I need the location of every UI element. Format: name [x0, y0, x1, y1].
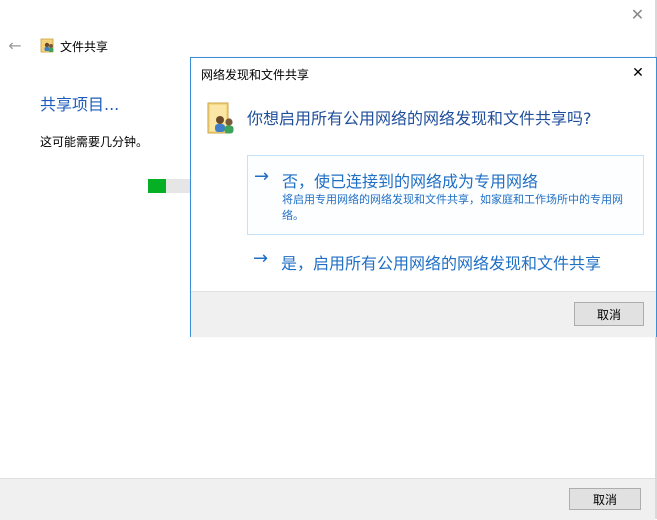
progress-bar	[148, 179, 192, 193]
option-label: 是，启用所有公用网络的网络发现和文件共享	[281, 254, 602, 273]
users-folder-icon	[207, 102, 234, 134]
dialog-close-button[interactable]: ✕	[626, 62, 650, 84]
nav-bar: ← 文件共享	[0, 30, 400, 60]
users-folder-icon	[40, 38, 54, 53]
wizard-footer: 取消	[0, 478, 655, 520]
back-button[interactable]: ←	[4, 34, 26, 56]
dialog-footer: 取消	[191, 291, 656, 337]
network-discovery-dialog: 网络发现和文件共享 ✕ 你想启用所有公用网络的网络发现和文件共享吗? → 否，使…	[190, 57, 657, 337]
wizard-title: 文件共享	[60, 40, 109, 54]
page-heading: 共享项目...	[40, 95, 120, 114]
progress-fill	[148, 179, 166, 193]
page-subtext: 这可能需要几分钟。	[40, 135, 149, 149]
option-description: 将启用专用网络的网络发现和文件共享，如家庭和工作场所中的专用网络。	[282, 193, 623, 222]
option-label: 否，使已连接到的网络成为专用网络	[282, 172, 539, 191]
option-enable-public[interactable]: → 是，启用所有公用网络的网络发现和文件共享	[247, 245, 644, 277]
wizard-cancel-button[interactable]: 取消	[569, 488, 641, 510]
dialog-cancel-button[interactable]: 取消	[574, 302, 644, 326]
arrow-right-icon: →	[254, 166, 270, 187]
dialog-title: 网络发现和文件共享	[201, 68, 310, 82]
arrow-right-icon: →	[253, 248, 269, 269]
window-close-button[interactable]: ✕	[618, 0, 657, 28]
dialog-question: 你想启用所有公用网络的网络发现和文件共享吗?	[247, 109, 592, 128]
option-private-network[interactable]: → 否，使已连接到的网络成为专用网络 将启用专用网络的网络发现和文件共享，如家庭…	[247, 155, 644, 235]
